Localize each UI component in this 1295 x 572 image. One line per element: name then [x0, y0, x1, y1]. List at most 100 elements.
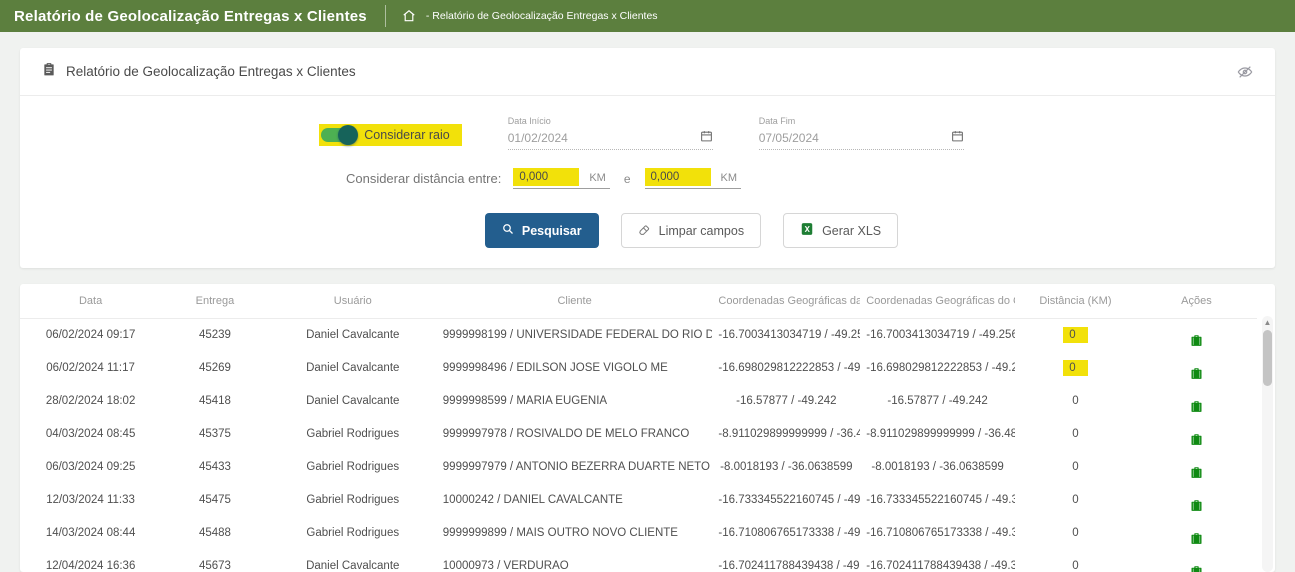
date-end-field[interactable]: Data Fim 07/05/2024	[759, 116, 964, 150]
cell-entrega: 45418	[161, 385, 269, 418]
table-row: 14/03/2024 08:4445488Gabriel Rodrigues99…	[20, 517, 1257, 550]
generate-xls-button[interactable]: Gerar XLS	[783, 213, 898, 248]
eraser-icon	[638, 223, 651, 239]
considerar-raio-toggle[interactable]: Considerar raio	[319, 124, 461, 146]
excel-file-icon	[800, 222, 814, 239]
cell-acoes	[1136, 418, 1257, 451]
filter-card-body: Considerar raio Data Início 01/02/2024	[20, 95, 1275, 268]
eye-slash-icon[interactable]	[1237, 64, 1253, 80]
cell-entrega: 45269	[161, 352, 269, 385]
table-header-row: DataEntregaUsuárioClienteCoordenadas Geo…	[20, 284, 1257, 319]
cell-coord_entrega: -16.733345522160745 / -49.3434	[712, 484, 860, 517]
cell-usuario: Daniel Cavalcante	[269, 550, 437, 572]
delivery-route-icon[interactable]	[1189, 432, 1204, 450]
calendar-icon[interactable]	[951, 129, 964, 146]
cell-distancia: 0	[1015, 451, 1136, 484]
col-header-data: Data	[20, 284, 161, 319]
page-content: Relatório de Geolocalização Entregas x C…	[0, 32, 1295, 572]
distance-value: 0	[1072, 395, 1078, 407]
cell-usuario: Daniel Cavalcante	[269, 319, 437, 352]
distance-value: 0	[1063, 327, 1087, 343]
table-scrollbar[interactable]: ▲	[1262, 316, 1273, 572]
cell-usuario: Gabriel Rodrigues	[269, 451, 437, 484]
cell-cliente: 9999999899 / MAIS OUTRO NOVO CLIENTE	[437, 517, 713, 550]
cell-data: 12/03/2024 11:33	[20, 484, 161, 517]
toggle-switch[interactable]	[321, 128, 355, 142]
cell-usuario: Gabriel Rodrigues	[269, 517, 437, 550]
delivery-route-icon[interactable]	[1189, 333, 1204, 351]
cell-coord_entrega: -16.57877 / -49.242	[712, 385, 860, 418]
cell-acoes	[1136, 352, 1257, 385]
delivery-route-icon[interactable]	[1189, 366, 1204, 384]
search-icon	[502, 223, 514, 238]
cell-acoes	[1136, 319, 1257, 352]
cell-data: 14/03/2024 08:44	[20, 517, 161, 550]
cell-cliente: 9999998496 / EDILSON JOSE VIGOLO ME	[437, 352, 713, 385]
cell-entrega: 45673	[161, 550, 269, 572]
cell-entrega: 45475	[161, 484, 269, 517]
page-title: Relatório de Geolocalização Entregas x C…	[14, 8, 367, 25]
filter-row-dates: Considerar raio Data Início 01/02/2024	[14, 110, 1269, 152]
cell-distancia: 0	[1015, 385, 1136, 418]
cell-coord_entrega: -8.911029899999999 / -36.48462	[712, 418, 860, 451]
cell-data: 04/03/2024 08:45	[20, 418, 161, 451]
date-start-value[interactable]: 01/02/2024	[508, 131, 568, 145]
col-header-entrega: Entrega	[161, 284, 269, 319]
scrollbar-thumb[interactable]	[1263, 330, 1272, 386]
table-row: 06/02/2024 09:1745239Daniel Cavalcante99…	[20, 319, 1257, 352]
cell-acoes	[1136, 451, 1257, 484]
clipboard-icon	[42, 61, 56, 82]
cell-cliente: 9999997978 / ROSIVALDO DE MELO FRANCO	[437, 418, 713, 451]
scrollbar-up-arrow[interactable]: ▲	[1262, 316, 1273, 330]
clear-fields-button[interactable]: Limpar campos	[621, 213, 761, 248]
toggle-knob	[338, 125, 358, 145]
col-header-coord_cliente: Coordenadas Geográficas do Cliente	[860, 284, 1015, 319]
cell-cliente: 9999998199 / UNIVERSIDADE FEDERAL DO RIO…	[437, 319, 713, 352]
table-row: 06/03/2024 09:2545433Gabriel Rodrigues99…	[20, 451, 1257, 484]
calendar-icon[interactable]	[700, 129, 713, 146]
delivery-route-icon[interactable]	[1189, 498, 1204, 516]
results-table-card: DataEntregaUsuárioClienteCoordenadas Geo…	[20, 284, 1275, 572]
breadcrumb: - Relatório de Geolocalização Entregas x…	[426, 10, 658, 22]
cell-data: 06/03/2024 09:25	[20, 451, 161, 484]
distance-max-input[interactable]: 0,000	[645, 168, 711, 186]
cell-entrega: 45239	[161, 319, 269, 352]
cell-entrega: 45375	[161, 418, 269, 451]
cell-distancia: 0	[1015, 352, 1136, 385]
col-header-distancia: Distância (KM)	[1015, 284, 1136, 319]
cell-entrega: 45433	[161, 451, 269, 484]
cell-data: 28/02/2024 18:02	[20, 385, 161, 418]
delivery-route-icon[interactable]	[1189, 564, 1204, 572]
cell-distancia: 0	[1015, 418, 1136, 451]
cell-coord_cliente: -16.733345522160745 / -49.343478	[860, 484, 1015, 517]
cell-cliente: 9999997979 / ANTONIO BEZERRA DUARTE NETO	[437, 451, 713, 484]
cell-usuario: Daniel Cavalcante	[269, 352, 437, 385]
delivery-route-icon[interactable]	[1189, 465, 1204, 483]
distance-value: 0	[1063, 360, 1087, 376]
cell-coord_entrega: -16.698029812222853 / -49.2549	[712, 352, 860, 385]
cell-coord_cliente: -8.911029899999999 / -36.4846218	[860, 418, 1015, 451]
cell-coord_entrega: -16.710806765173338 / -49.31778	[712, 517, 860, 550]
cell-distancia: 0	[1015, 517, 1136, 550]
home-icon[interactable]	[402, 9, 416, 23]
cell-usuario: Gabriel Rodrigues	[269, 418, 437, 451]
filter-card: Relatório de Geolocalização Entregas x C…	[20, 48, 1275, 268]
distance-label: Considerar distância entre:	[346, 171, 501, 186]
delivery-route-icon[interactable]	[1189, 399, 1204, 417]
distance-value: 0	[1072, 494, 1078, 506]
cell-coord_cliente: -16.7003413034719 / -49.25628779	[860, 319, 1015, 352]
cell-coord_cliente: -16.57877 / -49.242	[860, 385, 1015, 418]
delivery-route-icon[interactable]	[1189, 531, 1204, 549]
table-row: 04/03/2024 08:4545375Gabriel Rodrigues99…	[20, 418, 1257, 451]
date-start-field[interactable]: Data Início 01/02/2024	[508, 116, 713, 150]
cell-coord_cliente: -8.0018193 / -36.0638599	[860, 451, 1015, 484]
cell-coord_entrega: -8.0018193 / -36.0638599	[712, 451, 860, 484]
distance-min-input[interactable]: 0,000	[513, 168, 579, 186]
toggle-label: Considerar raio	[364, 128, 449, 142]
filter-card-header: Relatório de Geolocalização Entregas x C…	[20, 48, 1275, 95]
cell-acoes	[1136, 385, 1257, 418]
search-button[interactable]: Pesquisar	[485, 213, 599, 248]
date-end-value[interactable]: 07/05/2024	[759, 131, 819, 145]
col-header-coord_entrega: Coordenadas Geográficas da Entreg	[712, 284, 860, 319]
cell-usuario: Gabriel Rodrigues	[269, 484, 437, 517]
